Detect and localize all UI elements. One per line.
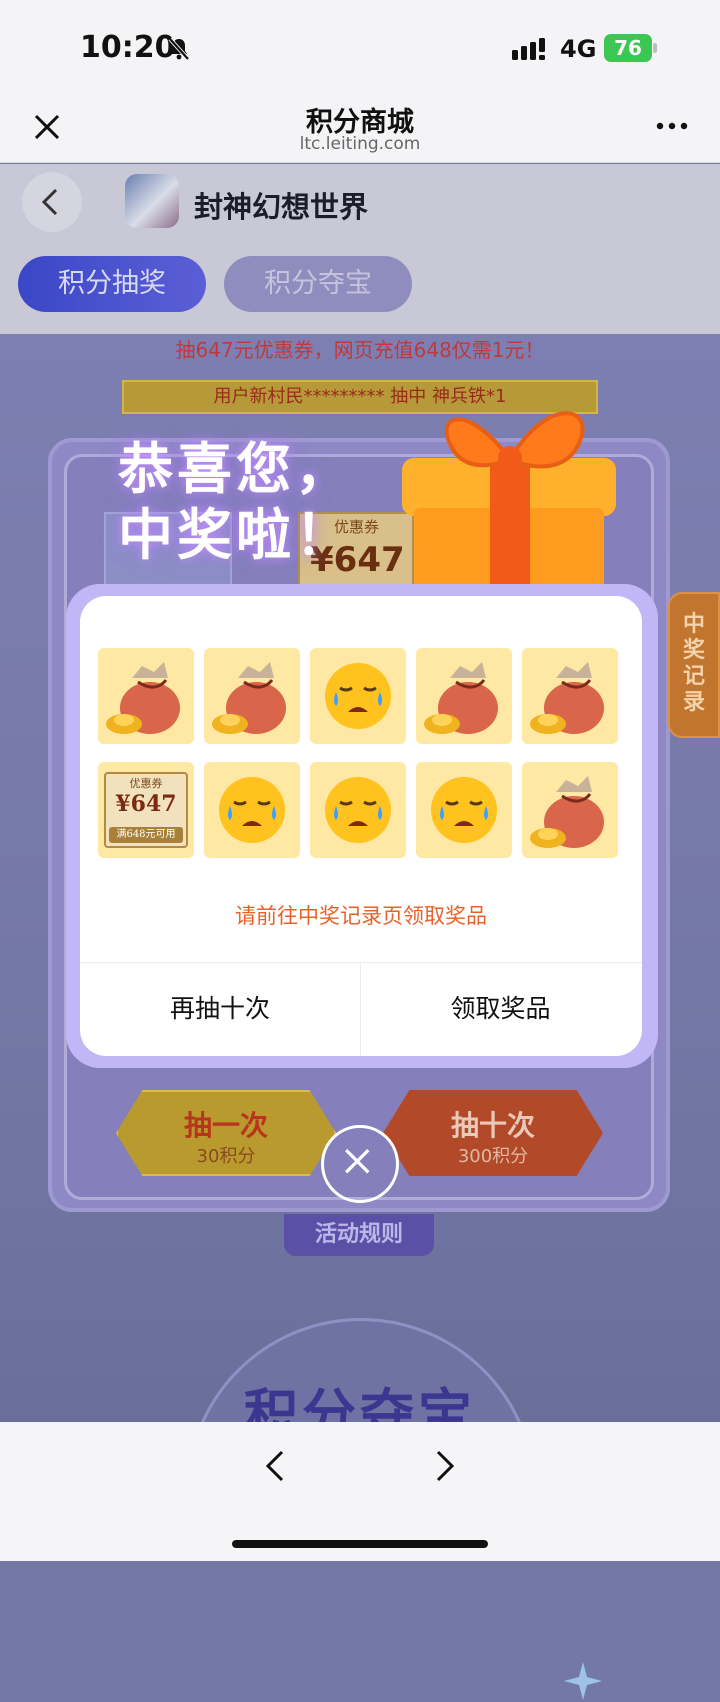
chevron-left-icon bbox=[41, 188, 58, 216]
money-bag-icon bbox=[106, 662, 180, 734]
claim-prize-button[interactable]: 领取奖品 bbox=[360, 963, 640, 1056]
prize-item-no-win bbox=[310, 762, 406, 858]
browser-toolbar bbox=[0, 1422, 720, 1561]
win-record-tab[interactable]: 中奖记录 bbox=[668, 592, 720, 738]
status-bar: 10:20 4G 76 bbox=[0, 0, 720, 90]
coupon-condition: 满648元可用 bbox=[109, 827, 183, 843]
nav-forward-icon[interactable] bbox=[430, 1446, 458, 1486]
promo-banner: 抽647元优惠券，网页充值648仅需1元！ bbox=[175, 338, 545, 362]
money-bag-icon bbox=[530, 662, 604, 734]
clock: 10:20 bbox=[80, 30, 176, 65]
battery-cap bbox=[653, 43, 657, 53]
crying-face-icon bbox=[219, 777, 285, 843]
prize-item-money-bag bbox=[416, 648, 512, 744]
money-bag-icon bbox=[530, 776, 604, 848]
congrats-line-1: 恭喜您， bbox=[118, 437, 355, 501]
prize-item-money-bag bbox=[522, 762, 618, 858]
prize-item-money-bag bbox=[522, 648, 618, 744]
coupon-card: 优惠券 ¥647 满648元可用 bbox=[104, 772, 188, 848]
tab-points-treasure[interactable]: 积分夺宝 bbox=[224, 256, 412, 312]
crying-face-icon bbox=[325, 663, 391, 729]
coupon-amount: ¥647 bbox=[115, 791, 177, 817]
home-indicator bbox=[232, 1540, 488, 1548]
more-options-icon[interactable] bbox=[654, 116, 690, 136]
draw-ten-button[interactable]: 抽十次 300积分 bbox=[383, 1090, 603, 1176]
money-bag-icon bbox=[212, 662, 286, 734]
prize-item-money-bag bbox=[98, 648, 194, 744]
modal-close-button[interactable] bbox=[321, 1125, 399, 1203]
network-type: 4G bbox=[560, 35, 597, 63]
draw-ten-again-button[interactable]: 再抽十次 bbox=[80, 963, 360, 1056]
battery-indicator: 76 bbox=[604, 34, 657, 62]
result-modal: 优惠券 ¥647 满648元可用 请前往中奖记录页领取奖品 再抽十次 领取奖品 bbox=[80, 596, 642, 1056]
nav-back-icon[interactable] bbox=[262, 1446, 290, 1486]
game-header: 封神幻想世界 积分抽奖 积分夺宝 bbox=[0, 164, 720, 334]
congrats-line-2: 中奖啦！ bbox=[118, 503, 355, 567]
crying-face-icon bbox=[325, 777, 391, 843]
prize-item-no-win bbox=[416, 762, 512, 858]
draw-once-cost: 30积分 bbox=[196, 1146, 256, 1167]
back-button[interactable] bbox=[22, 172, 82, 232]
silent-bell-icon bbox=[168, 37, 190, 61]
prize-item-coupon: 优惠券 ¥647 满648元可用 bbox=[98, 762, 194, 858]
activity-rules-button[interactable]: 活动规则 bbox=[284, 1214, 434, 1256]
draw-ten-cost: 300积分 bbox=[457, 1146, 529, 1167]
draw-once-button[interactable]: 抽一次 30积分 bbox=[116, 1090, 336, 1176]
prize-item-money-bag bbox=[204, 648, 300, 744]
prize-item-no-win bbox=[204, 762, 300, 858]
modal-actions: 再抽十次 领取奖品 bbox=[80, 962, 642, 1056]
tab-points-lottery[interactable]: 积分抽奖 bbox=[18, 256, 206, 312]
money-bag-icon bbox=[424, 662, 498, 734]
cellular-signal-icon bbox=[512, 38, 545, 60]
draw-ten-label: 抽十次 bbox=[450, 1109, 535, 1142]
browser-header: 积分商城 ltc.leiting.com bbox=[0, 90, 720, 163]
game-icon bbox=[125, 174, 179, 228]
prize-item-no-win bbox=[310, 648, 406, 744]
battery-level: 76 bbox=[604, 34, 652, 62]
gift-box-icon bbox=[402, 411, 616, 596]
congrats-heading: 恭喜您， 中奖啦！ bbox=[118, 436, 438, 568]
draw-once-label: 抽一次 bbox=[183, 1109, 268, 1142]
claim-hint: 请前往中奖记录页领取奖品 bbox=[235, 904, 487, 928]
game-name: 封神幻想世界 bbox=[194, 190, 369, 224]
crying-face-icon bbox=[431, 777, 497, 843]
sparkle-icon bbox=[564, 1662, 602, 1700]
coupon-tag: 优惠券 bbox=[129, 777, 163, 790]
win-record-label: 中奖记录 bbox=[682, 612, 705, 715]
close-icon bbox=[345, 1149, 370, 1174]
page-url: ltc.leiting.com bbox=[299, 134, 421, 154]
